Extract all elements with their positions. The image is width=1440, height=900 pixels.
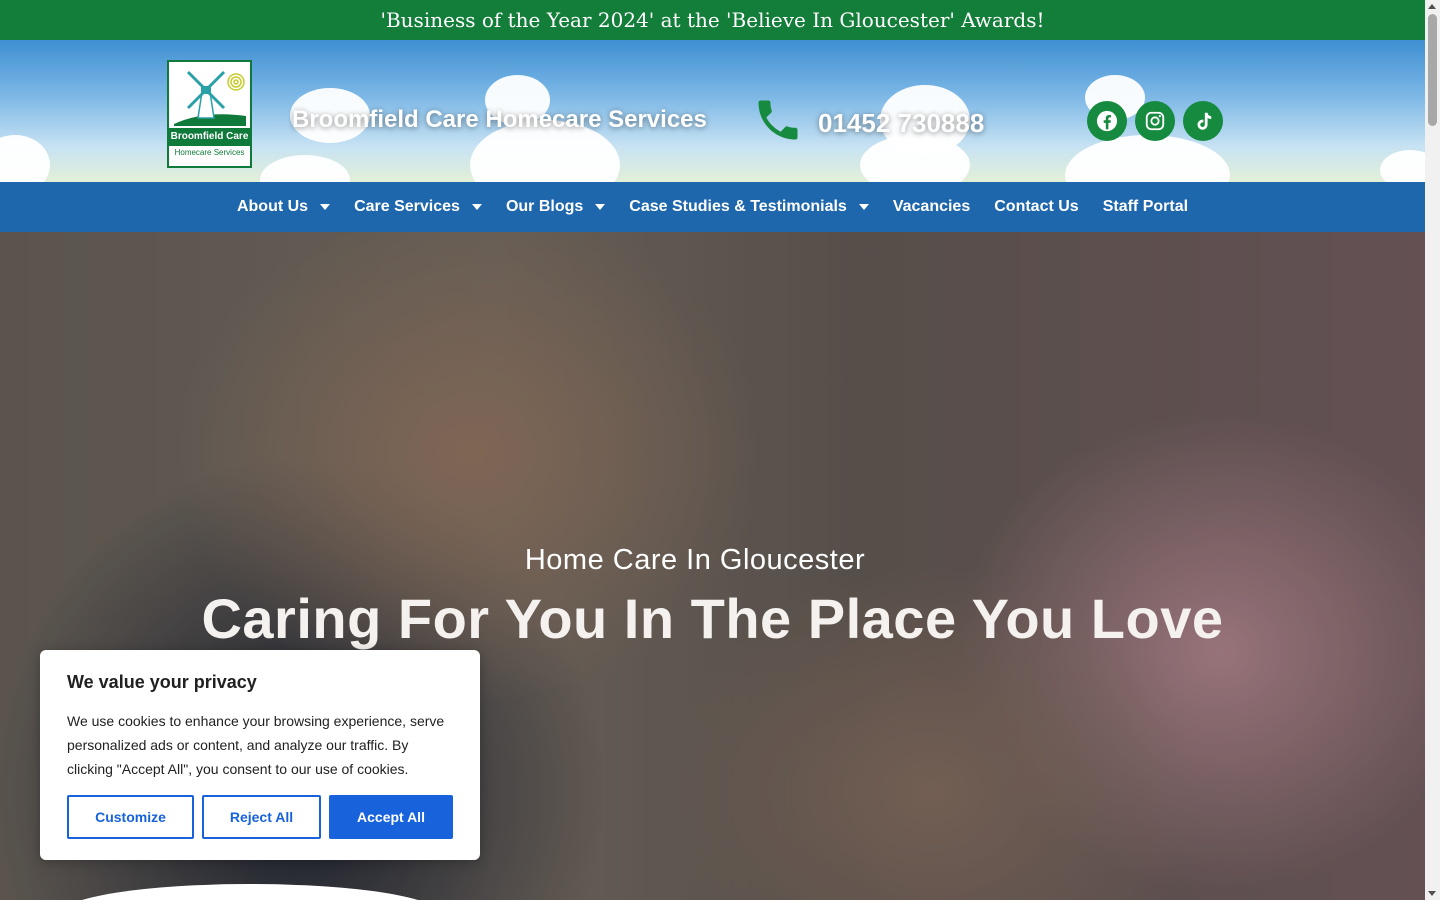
award-banner: 'Business of the Year 2024' at the 'Beli… [0, 0, 1425, 40]
chevron-down-icon [595, 204, 606, 210]
main-nav: About Us Care Services Our Blogs Case St… [0, 182, 1425, 232]
phone-icon [758, 100, 798, 140]
nav-staff-portal[interactable]: Staff Portal [1091, 198, 1200, 216]
logo-name: Broomfield Care [169, 128, 250, 145]
phone-number-link[interactable]: 01452 730888 [818, 108, 984, 139]
cloud-decoration [260, 155, 350, 182]
cookie-title: We value your privacy [67, 672, 257, 692]
nav-label: Our Blogs [505, 198, 584, 215]
hero-subtitle: Home Care In Gloucester [524, 544, 866, 576]
nav-label: Case Studies & Testimonials [629, 198, 847, 215]
site-logo[interactable]: Broomfield Care Homecare Services [167, 60, 252, 168]
cloud-decoration [0, 135, 50, 182]
customize-button[interactable]: Customize [67, 795, 194, 839]
facebook-icon[interactable] [1087, 101, 1127, 141]
tiktok-icon[interactable] [1183, 101, 1223, 141]
accept-all-button[interactable]: Accept All [329, 795, 453, 839]
chevron-down-icon [471, 204, 482, 210]
nav-label: Vacancies [892, 198, 971, 215]
instagram-icon[interactable] [1135, 101, 1175, 141]
chevron-down-icon [858, 204, 869, 210]
hero-title: Caring For You In The Place You Love [201, 587, 1224, 650]
site-title[interactable]: Broomfield Care Homecare Services [292, 106, 707, 134]
cookie-buttons: Customize Reject All Accept All [67, 795, 453, 839]
nav-label: Contact Us [994, 198, 1079, 215]
chevron-down-icon [320, 204, 331, 210]
reject-all-button[interactable]: Reject All [202, 795, 321, 839]
site-header: Broomfield Care Homecare Services Broomf… [0, 40, 1425, 182]
windmill-icon [173, 70, 246, 126]
nav-about-us[interactable]: About Us [225, 198, 342, 216]
nav-label: Staff Portal [1102, 198, 1189, 215]
nav-case-studies[interactable]: Case Studies & Testimonials [617, 198, 881, 216]
scroll-up-icon[interactable] [1428, 4, 1436, 9]
nav-contact-us[interactable]: Contact Us [982, 198, 1090, 216]
logo-subtitle: Homecare Services [169, 145, 250, 157]
scroll-down-icon[interactable] [1428, 891, 1436, 896]
cloud-decoration [1380, 150, 1425, 182]
scrollbar-thumb[interactable] [1428, 14, 1437, 126]
nav-care-services[interactable]: Care Services [342, 198, 494, 216]
nav-our-blogs[interactable]: Our Blogs [494, 198, 617, 216]
nav-label: About Us [236, 198, 309, 215]
cookie-description: We use cookies to enhance your browsing … [67, 713, 445, 777]
nav-label: Care Services [354, 198, 460, 215]
cookie-consent-dialog: We value your privacy We use cookies to … [40, 650, 480, 860]
cloud-decoration [1065, 135, 1230, 182]
page-scrollbar[interactable] [1425, 0, 1440, 900]
nav-vacancies[interactable]: Vacancies [881, 198, 982, 216]
award-banner-text: 'Business of the Year 2024' at the 'Beli… [380, 8, 1045, 32]
